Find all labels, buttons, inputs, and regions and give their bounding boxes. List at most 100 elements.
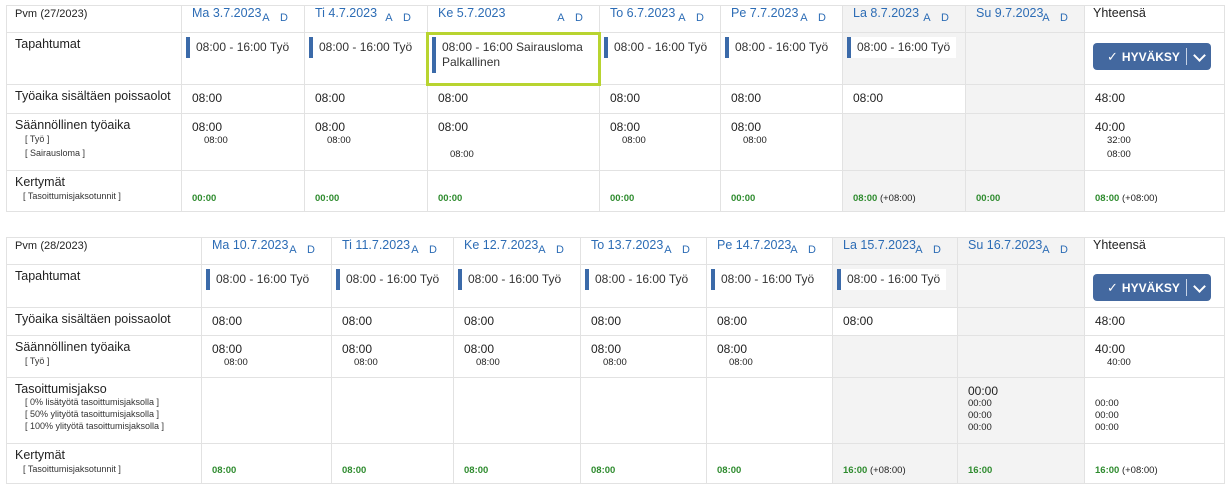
regular-cell: 08:00 08:00	[720, 113, 843, 171]
balance-cell: 00:00	[427, 170, 600, 212]
day-link[interactable]: Ma 10.7.2023	[202, 238, 288, 252]
day-link[interactable]: Ma 3.7.2023	[182, 6, 262, 20]
day-link[interactable]: Ti 11.7.2023	[332, 238, 410, 252]
events-cell: 08:00 - 16:00 Työ	[599, 32, 721, 85]
regular-cell: 08:00 08:00	[427, 113, 600, 171]
regular-cell: 08:00 08:00	[201, 335, 332, 378]
day-link[interactable]: To 6.7.2023	[600, 6, 675, 20]
balance-total: 08:00 (+08:00)	[1084, 170, 1225, 212]
ad-links[interactable]: A D	[411, 244, 441, 256]
event-entry[interactable]: 08:00 - 16:00 Työ	[336, 269, 446, 290]
event-entry[interactable]: 08:00 - 16:00 Työ	[847, 37, 957, 58]
week-table-27: Pvm (27/2023) Ma 3.7.2023 A D Ti 4.7.2023…	[6, 5, 1225, 212]
day-link[interactable]: Ke 12.7.2023	[454, 238, 538, 252]
events-cell: 08:00 - 16:00 Työ	[201, 264, 332, 308]
day-link[interactable]: Ke 5.7.2023	[428, 6, 505, 20]
chevron-down-icon[interactable]	[1193, 49, 1206, 62]
approve-button[interactable]: ✓ HYVÄKSY	[1093, 43, 1211, 70]
period-row-label: Tasoittumisjakso[ 0% lisätyötä tasoittum…	[6, 377, 202, 444]
ad-links[interactable]: A D	[678, 12, 708, 24]
day-header: Su 16.7.2023 A D	[957, 237, 1085, 265]
events-cell: 08:00 - 16:00 Työ	[453, 264, 581, 308]
ad-links[interactable]: A D	[790, 244, 820, 256]
ad-links[interactable]: A D	[800, 12, 830, 24]
balance-cell: 16:00 (+08:00)	[832, 443, 958, 484]
day-link[interactable]: La 15.7.2023	[833, 238, 916, 252]
worktime-cell: 08:00	[720, 84, 843, 114]
period-total: 00:00 00:00 00:00	[1084, 377, 1225, 444]
approve-cell: ✓ HYVÄKSY	[1084, 32, 1225, 85]
regular-cell: 08:00 08:00	[304, 113, 428, 171]
period-cell	[832, 377, 958, 444]
regular-cell: 08:00 08:00	[181, 113, 305, 171]
day-link[interactable]: Su 9.7.2023	[966, 6, 1043, 20]
balance-cell: 00:00	[599, 170, 721, 212]
chevron-down-icon[interactable]	[1193, 280, 1206, 293]
ad-links[interactable]: A D	[262, 12, 292, 24]
day-header: Ke 5.7.2023 A D	[427, 5, 600, 33]
regular-cell	[842, 113, 966, 171]
regular-total: 40:00 40:00	[1084, 335, 1225, 378]
day-link[interactable]: Ti 4.7.2023	[305, 6, 377, 20]
balance-cell: 16:00	[957, 443, 1085, 484]
worktime-cell: 08:00	[201, 307, 332, 336]
day-link[interactable]: La 8.7.2023	[843, 6, 919, 20]
day-header: Ti 11.7.2023 A D	[331, 237, 454, 265]
event-entry[interactable]: 08:00 - 16:00 Työ	[186, 37, 296, 58]
day-link[interactable]: Pe 7.7.2023	[721, 6, 798, 20]
ad-links[interactable]: A D	[538, 244, 568, 256]
event-entry[interactable]: 08:00 - 16:00 Työ	[725, 37, 835, 58]
balance-cell: 00:00	[304, 170, 428, 212]
events-cell	[957, 264, 1085, 308]
worktime-cell: 08:00	[427, 84, 600, 114]
ad-links[interactable]: A D	[289, 244, 319, 256]
regular-cell	[957, 335, 1085, 378]
approve-cell: ✓ HYVÄKSY	[1084, 264, 1225, 308]
ad-links[interactable]: A D	[1042, 244, 1072, 256]
regular-total: 40:00 32:00 08:00	[1084, 113, 1225, 171]
approve-button[interactable]: ✓ HYVÄKSY	[1093, 274, 1211, 301]
balance-row-label: Kertymät[ Tasoittumisjaksotunnit ]	[6, 170, 182, 212]
events-row-label: Tapahtumat	[6, 32, 182, 85]
balance-row-label: Kertymät[ Tasoittumisjaksotunnit ]	[6, 443, 202, 484]
worktime-cell: 08:00	[453, 307, 581, 336]
event-entry[interactable]: 08:00 - 16:00 Työ	[458, 269, 568, 290]
day-header: Ti 4.7.2023 A D	[304, 5, 428, 33]
ad-links[interactable]: A D	[923, 12, 953, 24]
events-cell: 08:00 - 16:00 Työ	[842, 32, 966, 85]
event-entry[interactable]: 08:00 - 16:00 Työ	[711, 269, 821, 290]
pvm-header: Pvm (28/2023)	[6, 237, 202, 265]
regular-cell: 08:00 08:00	[599, 113, 721, 171]
ad-links[interactable]: A D	[1042, 12, 1072, 24]
worktime-total: 48:00	[1084, 84, 1225, 114]
event-entry[interactable]: 08:00 - 16:00 Työ	[585, 269, 695, 290]
worktime-cell: 08:00	[304, 84, 428, 114]
balance-cell: 00:00	[181, 170, 305, 212]
pvm-header: Pvm (27/2023)	[6, 5, 182, 33]
events-cell: 08:00 - 16:00 Työ	[331, 264, 454, 308]
worktime-cell: 08:00	[832, 307, 958, 336]
worktime-cell: 08:00	[181, 84, 305, 114]
day-header: Pe 7.7.2023 A D	[720, 5, 843, 33]
balance-total: 16:00 (+08:00)	[1084, 443, 1225, 484]
event-entry-sick-leave[interactable]: 08:00 - 16:00 Sairausloma Palkallinen	[432, 37, 589, 73]
ad-links[interactable]: A D	[915, 244, 945, 256]
ad-links[interactable]: A D	[664, 244, 694, 256]
regular-cell: 08:00 08:00	[453, 335, 581, 378]
day-link[interactable]: Pe 14.7.2023	[707, 238, 791, 252]
events-cell: 08:00 - 16:00 Työ	[304, 32, 428, 85]
ad-links[interactable]: A D	[385, 12, 415, 24]
event-entry[interactable]: 08:00 - 16:00 Työ	[604, 37, 714, 58]
event-entry[interactable]: 08:00 - 16:00 Työ	[206, 269, 316, 290]
day-link[interactable]: Su 16.7.2023	[958, 238, 1042, 252]
check-icon: ✓	[1107, 279, 1118, 295]
day-header: Ke 12.7.2023 A D	[453, 237, 581, 265]
total-header: Yhteensä	[1084, 5, 1225, 33]
balance-cell: 08:00	[201, 443, 332, 484]
event-entry[interactable]: 08:00 - 16:00 Työ	[837, 269, 947, 290]
balance-cell: 08:00	[706, 443, 833, 484]
balance-cell: 00:00	[965, 170, 1085, 212]
day-link[interactable]: To 13.7.2023	[581, 238, 663, 252]
ad-links[interactable]: A D	[557, 12, 587, 24]
event-entry[interactable]: 08:00 - 16:00 Työ	[309, 37, 419, 58]
